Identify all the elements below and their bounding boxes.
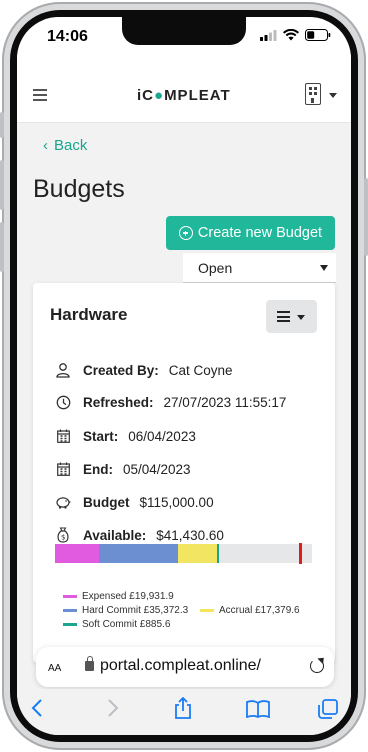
hamburger-menu-icon[interactable] [33, 89, 47, 101]
start-row: Start: 06/04/2023 [55, 428, 196, 444]
caret-down-icon [297, 315, 305, 320]
lock-icon [85, 656, 94, 671]
aa-label: AA [48, 663, 62, 674]
create-budget-button[interactable]: Create new Budget [166, 216, 335, 250]
start-value: 06/04/2023 [128, 428, 196, 444]
plus-circle-icon [178, 226, 193, 240]
mute-switch [0, 112, 4, 138]
notch [122, 17, 246, 45]
soft-commit-legend-label: Soft Commit £885.6 [82, 619, 171, 630]
status-icons [260, 29, 331, 41]
status-time: 14:06 [47, 28, 88, 45]
address-bar[interactable]: AA portal.compleat.online/ [36, 647, 334, 687]
soft-commit-swatch [63, 623, 77, 626]
calendar-icon [55, 461, 71, 477]
tabs-icon[interactable] [318, 699, 338, 719]
refreshed-value: 27/07/2023 11:55:17 [163, 394, 287, 410]
money-bag-icon: $ [55, 527, 71, 543]
accrual-swatch [200, 609, 214, 612]
legend-accrual: Accrual £17,379.6 [200, 605, 300, 616]
refreshed-row: Refreshed: 27/07/2023 11:55:17 [55, 394, 286, 410]
user-icon [55, 362, 71, 378]
status-filter-select[interactable]: Open [183, 253, 336, 283]
budget-row: Budget $115,000.00 [55, 494, 214, 510]
budget-card: Hardware Created By: Cat Coyne Refreshed… [33, 283, 335, 663]
reader-settings-button[interactable]: AA [48, 658, 61, 674]
list-icon [277, 311, 290, 325]
back-link[interactable]: ‹ Back [43, 137, 87, 154]
browser-toolbar [17, 689, 351, 735]
select-arrow-icon [320, 265, 328, 271]
power-button [364, 178, 368, 256]
soft-commit-segment [217, 544, 219, 563]
legend-expensed: Expensed £19,931.9 [63, 591, 174, 602]
available-row: $ Available: $41,430.60 [55, 527, 224, 543]
expensed-legend-label: Expensed £19,931.9 [82, 591, 174, 602]
end-value: 05/04/2023 [123, 461, 191, 477]
status-bar: 14:06 [17, 17, 351, 67]
calendar-icon [55, 428, 71, 444]
budget-value: $115,000.00 [139, 494, 214, 510]
available-label: Available: [83, 527, 147, 543]
status-filter-value: Open [198, 260, 233, 276]
accrual-legend-label: Accrual £17,379.6 [219, 605, 300, 616]
refreshed-label: Refreshed: [83, 394, 154, 410]
budget-limit-marker [299, 543, 302, 564]
bookmarks-icon[interactable] [246, 700, 270, 718]
wifi-icon [283, 29, 299, 41]
compleat-logo: iC●MPLEAT [137, 87, 231, 104]
logo-o-icon: ● [154, 87, 165, 104]
volume-down-button [0, 222, 4, 272]
budget-label: Budget [83, 494, 130, 510]
building-icon[interactable] [305, 83, 321, 105]
hard-commit-segment [99, 544, 178, 563]
reload-icon[interactable] [310, 659, 324, 673]
accrual-segment [178, 544, 217, 563]
created-by-row: Created By: Cat Coyne [55, 362, 233, 378]
create-budget-label: Create new Budget [197, 225, 323, 241]
back-label: Back [54, 137, 88, 154]
page-title: Budgets [33, 175, 125, 203]
budget-actions-button[interactable] [266, 300, 317, 333]
hard-commit-swatch [63, 609, 77, 612]
chevron-left-icon: ‹ [43, 137, 48, 154]
clock-icon [55, 394, 71, 410]
end-row: End: 05/04/2023 [55, 461, 191, 477]
share-icon[interactable] [174, 697, 192, 719]
budget-progress-bar [55, 543, 312, 564]
budget-name: Hardware [50, 305, 128, 324]
url-text: portal.compleat.online/ [100, 657, 261, 674]
available-value: $41,430.60 [156, 527, 224, 543]
hard-commit-legend-label: Hard Commit £35,372.3 [82, 605, 189, 616]
battery-icon [305, 29, 331, 41]
piggy-bank-icon [55, 494, 71, 510]
volume-up-button [0, 160, 4, 210]
created-by-value: Cat Coyne [168, 362, 233, 378]
cellular-signal-icon [260, 29, 277, 41]
legend-hard-commit: Hard Commit £35,372.3 [63, 605, 188, 616]
expensed-segment [55, 544, 99, 563]
forward-arrow-icon[interactable] [107, 699, 119, 717]
end-label: End: [83, 461, 113, 477]
svg-text:$: $ [61, 534, 65, 542]
created-by-label: Created By: [83, 362, 159, 378]
app-header: iC●MPLEAT [17, 67, 351, 123]
chevron-down-icon[interactable] [329, 93, 337, 98]
phone-screen: 14:06 iC●MPLEAT ‹ Back Budgets Create ne… [17, 17, 351, 735]
back-arrow-icon[interactable] [31, 699, 43, 717]
expensed-swatch [63, 595, 77, 598]
legend-soft-commit: Soft Commit £885.6 [63, 619, 170, 630]
start-label: Start: [83, 428, 119, 444]
